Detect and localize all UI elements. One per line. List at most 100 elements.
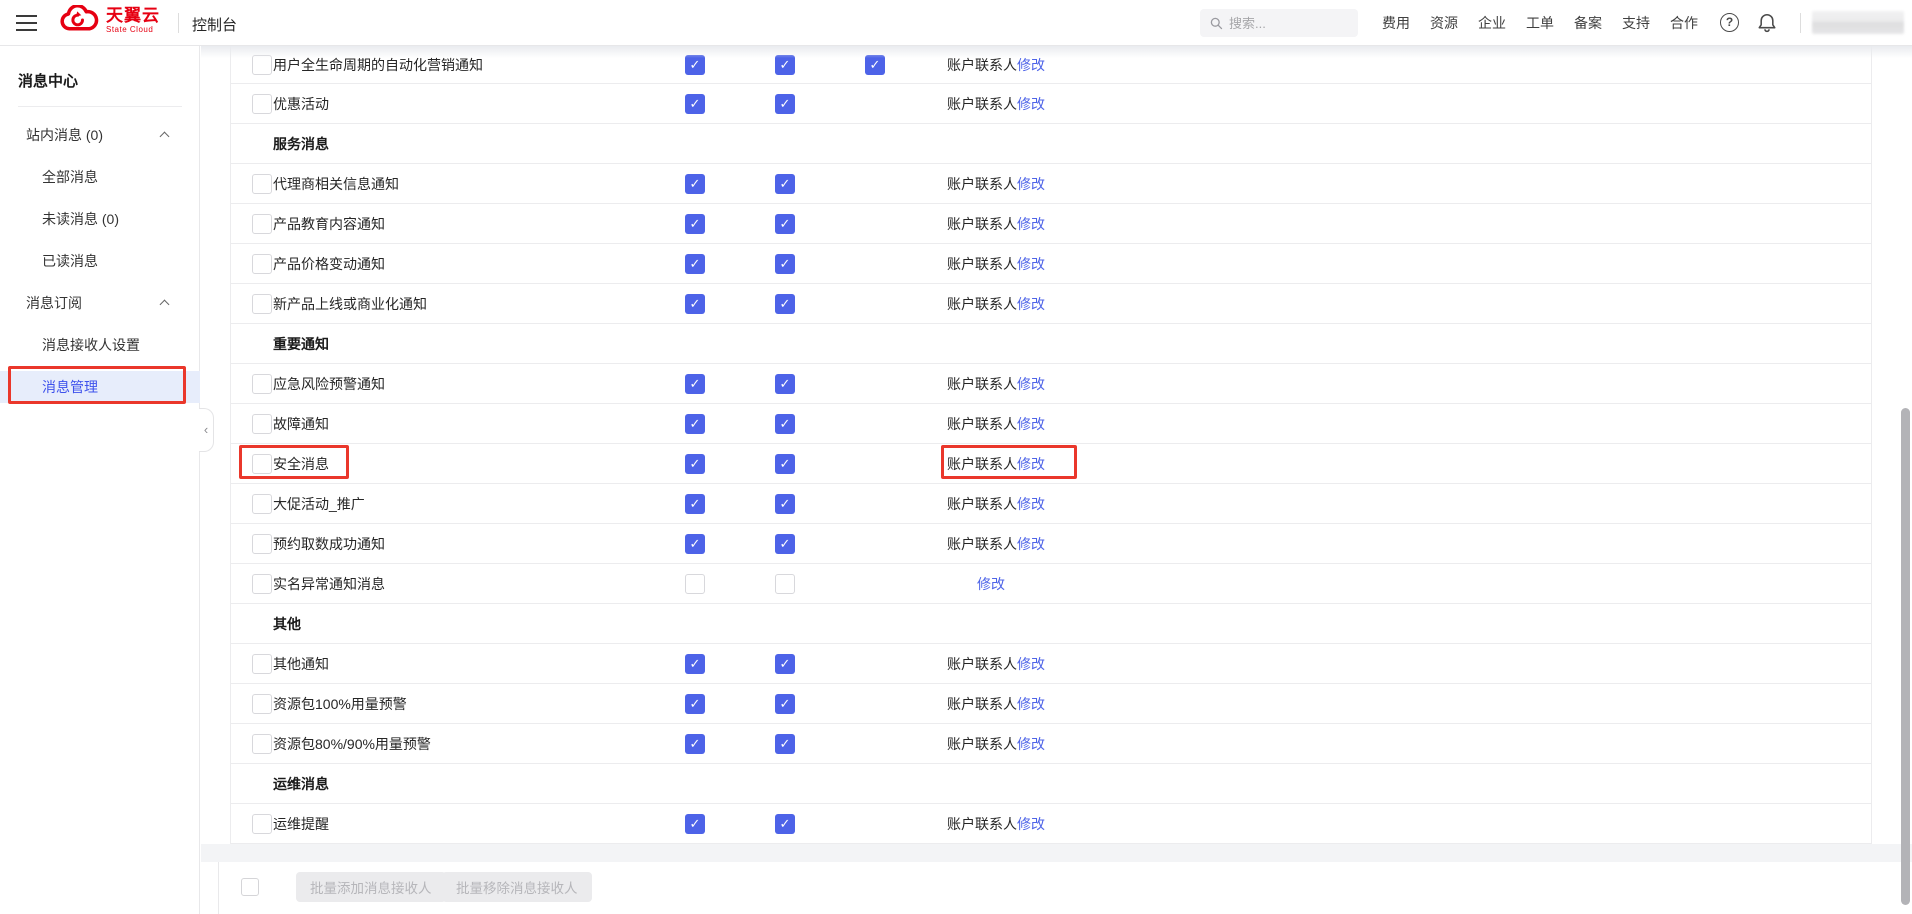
channel-checkbox-checked[interactable] xyxy=(775,534,795,554)
channel-checkbox-checked[interactable] xyxy=(685,494,705,514)
modify-link[interactable]: 修改 xyxy=(1017,814,1045,834)
channel-checkbox-checked[interactable] xyxy=(685,294,705,314)
modify-link[interactable]: 修改 xyxy=(1017,734,1045,754)
channel-checkbox-checked[interactable] xyxy=(775,414,795,434)
modify-link[interactable]: 修改 xyxy=(1017,94,1045,114)
nav-item-resources[interactable]: 资源 xyxy=(1430,13,1458,33)
batch-remove-recipients-button[interactable]: 批量移除消息接收人 xyxy=(442,872,592,902)
channel-checkbox-checked[interactable] xyxy=(775,294,795,314)
vertical-scrollbar-thumb[interactable] xyxy=(1901,408,1910,905)
notification-bell-icon[interactable] xyxy=(1757,12,1777,33)
help-icon[interactable]: ? xyxy=(1720,13,1739,32)
sidebar-collapse-toggle[interactable]: ‹ xyxy=(199,408,214,452)
modify-link[interactable]: 修改 xyxy=(1017,214,1045,234)
row-select-checkbox[interactable] xyxy=(252,734,272,754)
channel-checkbox-checked[interactable] xyxy=(685,174,705,194)
sidebar-group-inbox[interactable]: 站内消息 (0) xyxy=(0,119,200,151)
nav-item-fees[interactable]: 费用 xyxy=(1382,13,1410,33)
modify-link[interactable]: 修改 xyxy=(1017,294,1045,314)
channel-checkbox-checked[interactable] xyxy=(685,734,705,754)
sidebar-group-subscription[interactable]: 消息订阅 xyxy=(0,287,200,319)
channel-checkbox-checked[interactable] xyxy=(775,694,795,714)
sidebar-item-all-messages[interactable]: 全部消息 xyxy=(0,161,200,193)
channel-checkbox-checked[interactable] xyxy=(685,374,705,394)
select-all-checkbox[interactable] xyxy=(241,878,259,896)
row-select-checkbox[interactable] xyxy=(252,454,272,474)
console-label[interactable]: 控制台 xyxy=(192,14,237,35)
account-name-redacted[interactable] xyxy=(1812,11,1904,34)
channel-checkbox-checked[interactable] xyxy=(685,214,705,234)
modify-link[interactable]: 修改 xyxy=(1017,534,1045,554)
nav-item-filing[interactable]: 备案 xyxy=(1574,13,1602,33)
channel-checkbox-checked[interactable] xyxy=(685,55,705,75)
channel-checkbox-unchecked[interactable] xyxy=(775,574,795,594)
row-select-checkbox[interactable] xyxy=(252,55,272,75)
modify-link[interactable]: 修改 xyxy=(1017,254,1045,274)
channel-checkbox-checked[interactable] xyxy=(685,454,705,474)
modify-link[interactable]: 修改 xyxy=(1017,374,1045,394)
sidebar-item-recipient-settings[interactable]: 消息接收人设置 xyxy=(0,329,200,361)
hamburger-menu-icon[interactable] xyxy=(16,15,37,31)
table-row: 产品教育内容通知账户联系人修改 xyxy=(231,204,1871,244)
row-select-checkbox[interactable] xyxy=(252,254,272,274)
recipient-label: 账户联系人 xyxy=(947,654,1017,674)
channel-checkbox-checked[interactable] xyxy=(775,494,795,514)
sidebar-item-read-messages[interactable]: 已读消息 xyxy=(0,245,200,277)
modify-link[interactable]: 修改 xyxy=(1017,654,1045,674)
modify-link[interactable]: 修改 xyxy=(977,574,1005,594)
table-row: 代理商相关信息通知账户联系人修改 xyxy=(231,164,1871,204)
row-select-checkbox[interactable] xyxy=(252,814,272,834)
nav-item-tickets[interactable]: 工单 xyxy=(1526,13,1554,33)
row-select-checkbox[interactable] xyxy=(252,694,272,714)
channel-checkbox-checked[interactable] xyxy=(775,214,795,234)
channel-checkbox-checked[interactable] xyxy=(775,374,795,394)
channel-checkbox-unchecked[interactable] xyxy=(685,574,705,594)
row-select-checkbox[interactable] xyxy=(252,654,272,674)
nav-item-support[interactable]: 支持 xyxy=(1622,13,1650,33)
channel-checkbox-checked[interactable] xyxy=(685,814,705,834)
search-box[interactable] xyxy=(1200,9,1358,37)
channel-checkbox-checked[interactable] xyxy=(685,414,705,434)
nav-item-cooperation[interactable]: 合作 xyxy=(1670,13,1698,33)
row-select-checkbox[interactable] xyxy=(252,174,272,194)
sidebar-item-message-management[interactable]: 消息管理 xyxy=(0,371,200,403)
channel-checkbox-checked[interactable] xyxy=(775,254,795,274)
nav-item-enterprise[interactable]: 企业 xyxy=(1478,13,1506,33)
modify-link[interactable]: 修改 xyxy=(1017,174,1045,194)
modify-link[interactable]: 修改 xyxy=(1017,454,1045,474)
modify-link[interactable]: 修改 xyxy=(1017,694,1045,714)
channel-checkbox-checked[interactable] xyxy=(775,814,795,834)
modify-link[interactable]: 修改 xyxy=(1017,414,1045,434)
channel-checkbox-checked[interactable] xyxy=(685,254,705,274)
channel-checkbox-checked[interactable] xyxy=(685,654,705,674)
row-select-checkbox[interactable] xyxy=(252,534,272,554)
modify-link[interactable]: 修改 xyxy=(1017,494,1045,514)
table-row: 故障通知账户联系人修改 xyxy=(231,404,1871,444)
sidebar-item-unread-messages[interactable]: 未读消息 (0) xyxy=(0,203,200,235)
channel-checkbox-checked[interactable] xyxy=(775,454,795,474)
channel-checkbox-checked[interactable] xyxy=(865,55,885,75)
channel-checkbox-checked[interactable] xyxy=(775,654,795,674)
channel-checkbox-checked[interactable] xyxy=(775,55,795,75)
channel-checkbox-checked[interactable] xyxy=(775,94,795,114)
modify-link[interactable]: 修改 xyxy=(1017,55,1045,75)
search-input[interactable] xyxy=(1229,16,1339,31)
row-select-checkbox[interactable] xyxy=(252,294,272,314)
row-select-checkbox[interactable] xyxy=(252,574,272,594)
topbar: 天翼云 State Cloud 控制台 费用 资源 企业 工单 备案 支持 合作… xyxy=(0,0,1912,46)
row-select-checkbox[interactable] xyxy=(252,494,272,514)
channel-checkbox-checked[interactable] xyxy=(685,94,705,114)
channel-checkbox-checked[interactable] xyxy=(685,534,705,554)
row-select-checkbox[interactable] xyxy=(252,214,272,234)
batch-add-recipients-button[interactable]: 批量添加消息接收人 xyxy=(296,872,446,902)
cloud-logo-icon xyxy=(58,5,100,35)
recipient-label: 账户联系人 xyxy=(947,254,1017,274)
channel-checkbox-checked[interactable] xyxy=(775,174,795,194)
brand-logo[interactable]: 天翼云 State Cloud xyxy=(58,5,160,35)
row-label: 资源包100%用量预警 xyxy=(273,694,407,714)
row-select-checkbox[interactable] xyxy=(252,414,272,434)
row-select-checkbox[interactable] xyxy=(252,374,272,394)
channel-checkbox-checked[interactable] xyxy=(775,734,795,754)
channel-checkbox-checked[interactable] xyxy=(685,694,705,714)
row-select-checkbox[interactable] xyxy=(252,94,272,114)
